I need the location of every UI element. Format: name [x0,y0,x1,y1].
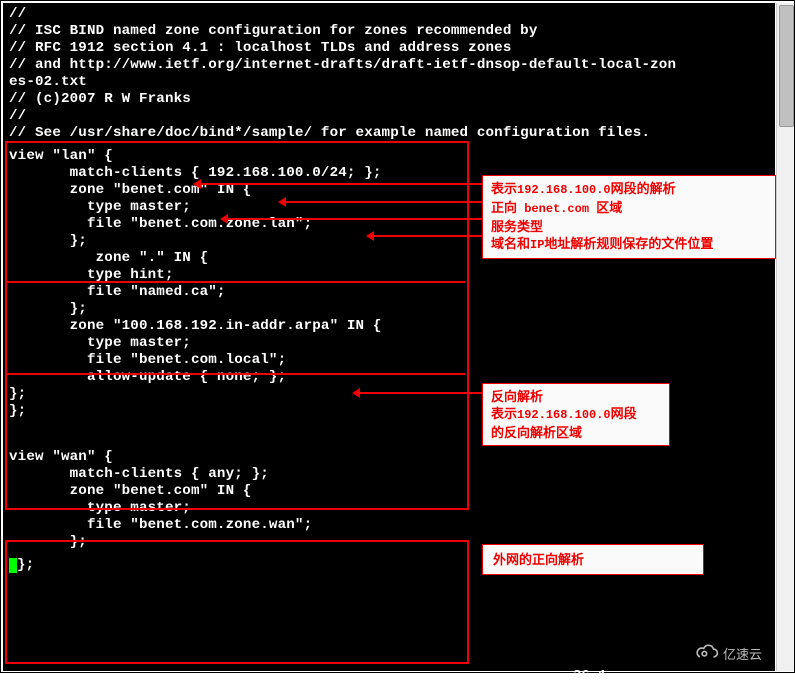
annotation-wan-resolve: 外网的正向解析 [482,544,704,575]
annotation-forward-resolve: 表示192.168.100.0网段的解析 正向 benet.com 区域 服务类… [482,175,776,259]
watermark-text: 亿速云 [723,644,762,663]
scrollbar-thumb[interactable] [779,5,794,127]
code-header-comments: // // ISC BIND named zone configuration … [3,3,775,145]
arrow-icon [223,218,483,220]
code-view-wan: view "wan" { match-clients { any; }; zon… [3,446,775,554]
arrow-icon [196,183,483,185]
cursor-position: 36,1 [573,668,607,685]
cursor-icon [9,558,17,573]
annotation-reverse-resolve: 反向解析 表示192.168.100.0网段 的反向解析区域 [482,383,670,446]
scrollbar[interactable] [776,3,794,671]
watermark-logo: 亿速云 [694,639,784,667]
cloud-icon [694,643,720,663]
arrow-icon [281,201,483,203]
arrow-icon [369,235,483,237]
arrow-icon [355,392,483,394]
